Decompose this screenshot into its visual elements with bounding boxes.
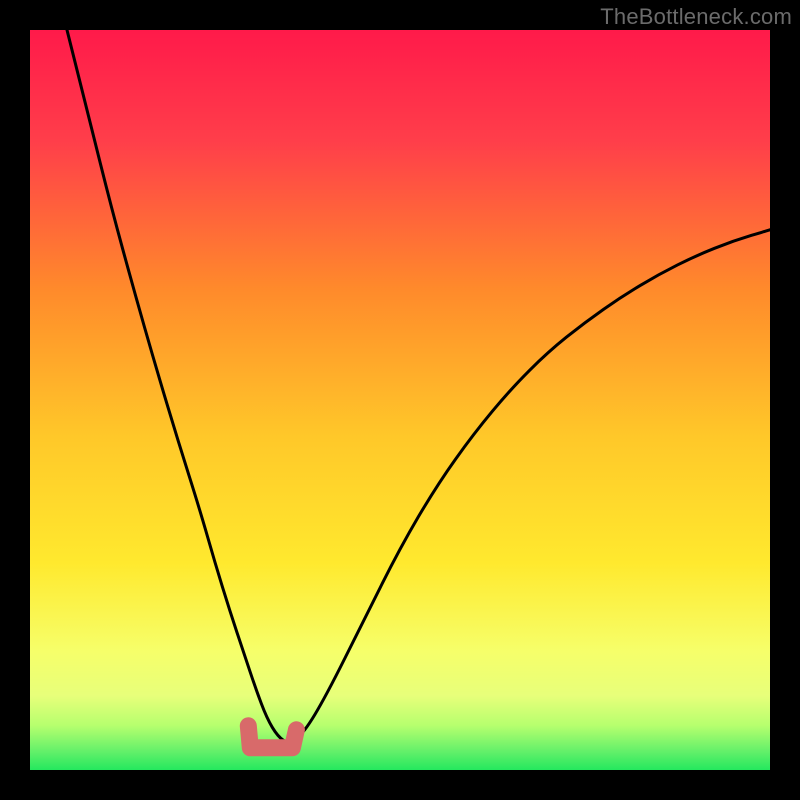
chart-frame: TheBottleneck.com	[0, 0, 800, 800]
bottleneck-chart	[30, 30, 770, 770]
watermark-label: TheBottleneck.com	[600, 4, 792, 30]
gradient-background	[30, 30, 770, 770]
